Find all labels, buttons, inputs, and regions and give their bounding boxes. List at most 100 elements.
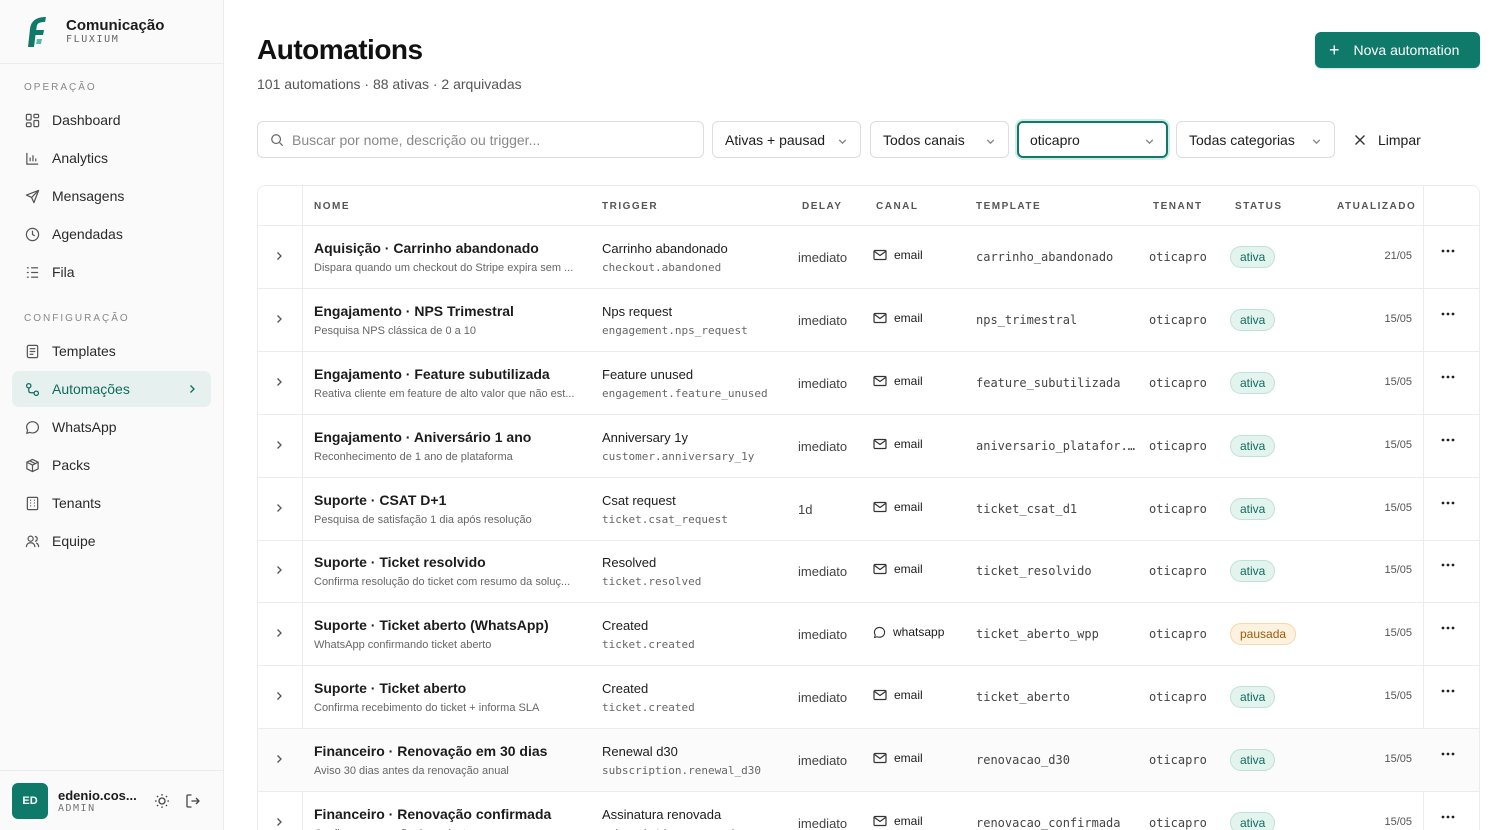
updated-date: 15/05 bbox=[1384, 502, 1412, 514]
automation-name[interactable]: Suporte · Ticket aberto bbox=[314, 680, 466, 696]
status-filter-select[interactable]: Ativas + pausad bbox=[712, 121, 861, 158]
expand-row-chevron-icon[interactable] bbox=[274, 311, 284, 329]
expand-row-chevron-icon[interactable] bbox=[274, 248, 284, 266]
automation-name[interactable]: Financeiro · Renovação em 30 dias bbox=[314, 743, 547, 759]
more-options-icon[interactable] bbox=[1441, 563, 1455, 567]
channel-cell: email bbox=[873, 500, 923, 514]
more-options-icon[interactable] bbox=[1441, 626, 1455, 630]
sidebar-item-analytics[interactable]: Analytics bbox=[12, 140, 211, 176]
category-filter-value: Todas categorias bbox=[1189, 131, 1295, 148]
brand[interactable]: Comunicação FLUXIUM bbox=[0, 0, 223, 64]
updated-date: 15/05 bbox=[1384, 376, 1412, 388]
more-options-icon[interactable] bbox=[1441, 249, 1455, 253]
column-header-atualizado[interactable]: ATUALIZADO bbox=[1337, 201, 1416, 212]
table-row[interactable]: Financeiro · Renovação confirmadaConfirm… bbox=[258, 792, 1479, 830]
sidebar-item-fila[interactable]: Fila bbox=[12, 254, 211, 290]
expand-row-chevron-icon[interactable] bbox=[274, 625, 284, 643]
tenant-name: oticapro bbox=[1149, 313, 1207, 327]
channel-cell: email bbox=[873, 751, 923, 765]
automation-name[interactable]: Aquisição · Carrinho abandonado bbox=[314, 240, 539, 256]
page-subtitle: 101 automations · 88 ativas · 2 arquivad… bbox=[257, 76, 522, 92]
tenant-name: oticapro bbox=[1149, 502, 1207, 516]
trigger-name: Created bbox=[602, 681, 649, 696]
updated-date: 15/05 bbox=[1384, 439, 1412, 451]
mail-icon bbox=[873, 438, 887, 450]
sidebar-item-whatsapp[interactable]: WhatsApp bbox=[12, 409, 211, 445]
trigger-event: ticket.csat_request bbox=[602, 513, 728, 526]
sidebar-item-tenants[interactable]: Tenants bbox=[12, 485, 211, 521]
table-row[interactable]: Financeiro · Renovação em 30 dias Aviso 3… bbox=[258, 729, 1479, 792]
status-badge: ativa bbox=[1230, 560, 1276, 582]
more-options-icon[interactable] bbox=[1441, 375, 1455, 379]
automation-name[interactable]: Financeiro · Renovação confirmada bbox=[314, 806, 551, 822]
trigger-name: Nps request bbox=[602, 304, 673, 319]
category-filter-select[interactable]: Todas categorias bbox=[1176, 121, 1335, 158]
search-input[interactable]: Buscar por nome, descrição ou trigger... bbox=[257, 121, 704, 158]
channel-cell: email bbox=[873, 248, 923, 262]
chat-bubble-icon bbox=[873, 626, 886, 639]
trigger-event: engagement.feature_unused bbox=[602, 387, 768, 400]
more-options-icon[interactable] bbox=[1441, 501, 1455, 505]
table-row[interactable]: Engajamento · Feature subutilizada Reativ… bbox=[258, 352, 1479, 415]
sidebar-item-equipe[interactable]: Equipe bbox=[12, 523, 211, 559]
table-row[interactable]: Engajamento · NPS Trimestral Pesquisa NPS… bbox=[258, 289, 1479, 352]
column-header-delay[interactable]: DELAY bbox=[802, 201, 842, 212]
table-row[interactable]: Suporte · Ticket resolvido Confirma resol… bbox=[258, 540, 1479, 603]
user-role: ADMIN bbox=[58, 802, 96, 814]
column-header-canal[interactable]: CANAL bbox=[876, 201, 919, 212]
more-options-icon[interactable] bbox=[1441, 689, 1455, 693]
automation-name[interactable]: Engajamento · NPS Trimestral bbox=[314, 303, 514, 319]
automations-table: NOME TRIGGER DELAY CANAL TEMPLATE TENANT… bbox=[257, 185, 1480, 830]
sidebar-item-mensagens[interactable]: Mensagens bbox=[12, 178, 211, 214]
expand-row-chevron-icon[interactable] bbox=[274, 374, 284, 392]
updated-date: 15/05 bbox=[1384, 690, 1412, 702]
channel-filter-select[interactable]: Todos canais bbox=[870, 121, 1009, 158]
sidebar-item-templates[interactable]: Templates bbox=[12, 333, 211, 369]
more-options-icon[interactable] bbox=[1441, 438, 1455, 442]
expand-row-chevron-icon[interactable] bbox=[274, 500, 284, 518]
sidebar-item-label: Mensagens bbox=[52, 188, 125, 204]
expand-row-chevron-icon[interactable] bbox=[274, 437, 284, 455]
expand-row-chevron-icon[interactable] bbox=[274, 814, 284, 830]
list-icon bbox=[24, 264, 40, 280]
clear-filters-button[interactable]: Limpar bbox=[1354, 121, 1421, 158]
sidebar-item-dashboard[interactable]: Dashboard bbox=[12, 102, 211, 138]
table-row[interactable]: Aquisição · Carrinho abandonado Dispara q… bbox=[258, 226, 1479, 289]
more-options-icon[interactable] bbox=[1441, 312, 1455, 316]
automation-name[interactable]: Suporte · Ticket resolvido bbox=[314, 554, 486, 570]
expand-row-chevron-icon[interactable] bbox=[274, 562, 284, 580]
column-header-status[interactable]: STATUS bbox=[1235, 201, 1283, 212]
status-badge: ativa bbox=[1230, 309, 1276, 331]
column-header-template[interactable]: TEMPLATE bbox=[976, 201, 1041, 212]
workflow-icon bbox=[24, 381, 40, 397]
trigger-event: ticket.resolved bbox=[602, 575, 702, 588]
delay-value: 1d bbox=[798, 502, 813, 517]
expand-row-chevron-icon[interactable] bbox=[274, 688, 284, 706]
automation-name[interactable]: Engajamento · Aniversário 1 ano bbox=[314, 429, 531, 445]
table-row[interactable]: Suporte · Ticket aberto Confirma recebime… bbox=[258, 666, 1479, 729]
new-automation-button[interactable]: + Nova automation bbox=[1315, 32, 1480, 68]
sidebar-item-packs[interactable]: Packs bbox=[12, 447, 211, 483]
sidebar-item-agendadas[interactable]: Agendadas bbox=[12, 216, 211, 252]
more-options-icon[interactable] bbox=[1441, 752, 1455, 756]
column-header-tenant[interactable]: TENANT bbox=[1153, 201, 1203, 212]
tenant-filter-select[interactable]: oticapro bbox=[1017, 121, 1168, 158]
channel-label: email bbox=[894, 437, 923, 451]
table-row[interactable]: Suporte · Ticket aberto (WhatsApp) WhatsA… bbox=[258, 603, 1479, 666]
automation-name[interactable]: Suporte · Ticket aberto (WhatsApp) bbox=[314, 617, 549, 633]
expand-row-chevron-icon[interactable] bbox=[274, 751, 284, 769]
chat-bubble-icon bbox=[24, 419, 40, 435]
logout-icon[interactable] bbox=[179, 787, 207, 815]
tenant-name: oticapro bbox=[1149, 376, 1207, 390]
table-row[interactable]: Engajamento · Aniversário 1 ano Reconheci… bbox=[258, 415, 1479, 478]
sidebar-item-automacoes[interactable]: Automações bbox=[12, 371, 211, 407]
table-row[interactable]: Suporte · CSAT D+1 Pesquisa de satisfação… bbox=[258, 478, 1479, 541]
theme-toggle-sun-icon[interactable] bbox=[148, 787, 176, 815]
automation-name[interactable]: Engajamento · Feature subutilizada bbox=[314, 366, 550, 382]
more-options-icon[interactable] bbox=[1441, 815, 1455, 819]
avatar[interactable]: ED bbox=[12, 782, 48, 819]
column-header-trigger[interactable]: TRIGGER bbox=[602, 201, 658, 212]
column-header-nome[interactable]: NOME bbox=[314, 201, 350, 212]
automation-name[interactable]: Suporte · CSAT D+1 bbox=[314, 492, 446, 508]
mail-icon bbox=[873, 249, 887, 261]
